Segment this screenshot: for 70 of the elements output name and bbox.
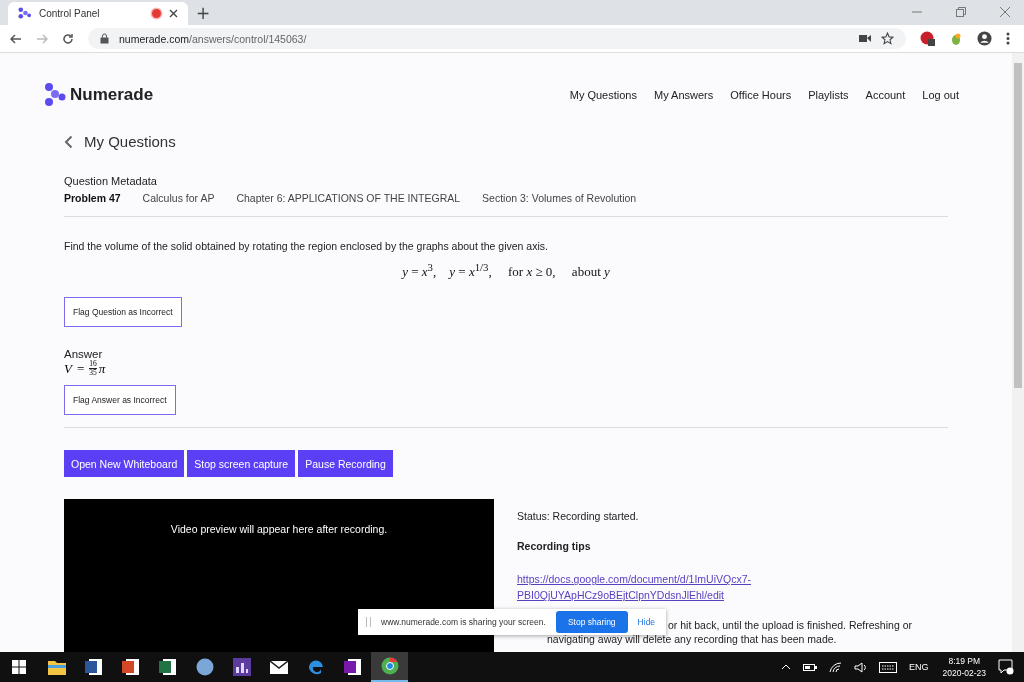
tab-title: Control Panel (39, 8, 101, 19)
windows-icon[interactable] (12, 660, 26, 674)
tips-link[interactable]: https://docs.google.com/document/d/1ImUiVQcx7-PBI0QjUYApHCz9oBEjtClpnYDdsnJlEhl/edit (517, 571, 777, 604)
action-button[interactable]: Open New Whiteboard (64, 450, 185, 478)
section-title: Section 3: Volumes of Revolution (482, 192, 637, 204)
nav-link[interactable]: Office Hours (730, 89, 792, 101)
wifi-icon[interactable] (829, 661, 842, 673)
metadata-heading: Question Metadata (64, 175, 158, 187)
r-app-icon (195, 658, 214, 676)
chevron-up-icon[interactable] (781, 664, 791, 670)
menu-icon[interactable] (1006, 32, 1010, 45)
sharing-message: www.numerade.com is sharing your screen. (381, 617, 546, 627)
note-text: navigating away will delete any recording that has been made. (547, 632, 838, 647)
note-text: or hit back, until the upload is finished. Refreshing or (668, 618, 912, 633)
browser-tab[interactable]: Control Panel (8, 2, 188, 25)
chapter-title: Chapter 6: APPLICATIONS OF THE INTEGRAL (236, 192, 461, 204)
document-icon (158, 658, 177, 676)
taskbar-app[interactable] (371, 652, 408, 682)
new-tab-button[interactable]: + (196, 3, 211, 23)
nav-link[interactable]: Log out (922, 89, 959, 101)
status-text: Status: Recording started. (517, 510, 640, 523)
flag-button[interactable]: Flag Question as Incorrect (64, 297, 182, 328)
back-arrow-icon[interactable] (10, 32, 22, 45)
language-indicator[interactable]: ENG (909, 662, 929, 672)
document-icon (121, 658, 140, 676)
drag-handle-icon[interactable] (366, 617, 371, 627)
answer-heading: Answer (64, 348, 104, 361)
action-button[interactable]: Stop screen capture (187, 450, 296, 478)
restore-icon[interactable] (956, 7, 966, 17)
speaker-icon[interactable] (854, 661, 867, 673)
problem-number: Problem 47 (64, 192, 121, 204)
hide-button[interactable]: Hide (637, 617, 656, 627)
preview-message: Video preview will appear here after recording. (170, 523, 388, 536)
close-icon[interactable] (169, 9, 178, 18)
edge-icon (306, 658, 325, 676)
equation: y = x$^{3}$, y = x$^{1/3}$, for x ≥ 0, about y (402, 261, 610, 281)
keyboard-icon[interactable] (879, 661, 897, 673)
flag-button[interactable]: Flag Answer as Incorrect (64, 385, 176, 416)
notification-icon[interactable] (998, 659, 1014, 675)
nav-link[interactable]: My Answers (653, 89, 714, 101)
folder-icon (47, 659, 66, 675)
action-button[interactable]: Pause Recording (298, 450, 393, 478)
tips-heading: Recording tips (517, 540, 592, 553)
account-icon[interactable] (977, 31, 992, 46)
logo-icon (44, 83, 66, 107)
clock-time[interactable]: 8:19 PM (948, 655, 981, 667)
address-field[interactable]: numerade.com/answers/control/145063/ (88, 28, 906, 49)
star-icon[interactable] (881, 32, 894, 45)
nav-link[interactable]: My Questions (569, 89, 637, 101)
stop-sharing-button[interactable]: Stop sharing (555, 611, 628, 633)
reload-icon[interactable] (62, 32, 74, 45)
logo-text[interactable]: Numerade (70, 85, 154, 105)
logo-icon (18, 7, 31, 20)
lock-icon (100, 33, 109, 44)
document-icon (84, 658, 103, 676)
battery-icon[interactable] (803, 662, 817, 672)
url-text: numerade.com/answers/control/145063/ (119, 32, 307, 45)
question-text: Find the volume of the solid obtained by rotating the region enclosed by the graphs about the given axis. (64, 240, 549, 252)
chevron-left-icon (64, 134, 73, 149)
envelope-icon (269, 660, 288, 674)
camera-icon[interactable] (859, 34, 871, 43)
chart-icon (232, 658, 251, 676)
clock-date[interactable]: 2020-02-23 (942, 667, 986, 679)
scrollbar[interactable] (1012, 53, 1024, 652)
book-title: Calculus for AP (142, 192, 215, 204)
document-icon (343, 658, 362, 676)
nav-link[interactable]: Playlists (808, 89, 849, 101)
chrome-icon (380, 657, 399, 675)
nav-link[interactable]: Account (865, 89, 906, 101)
back-link[interactable]: My Questions (64, 133, 948, 150)
